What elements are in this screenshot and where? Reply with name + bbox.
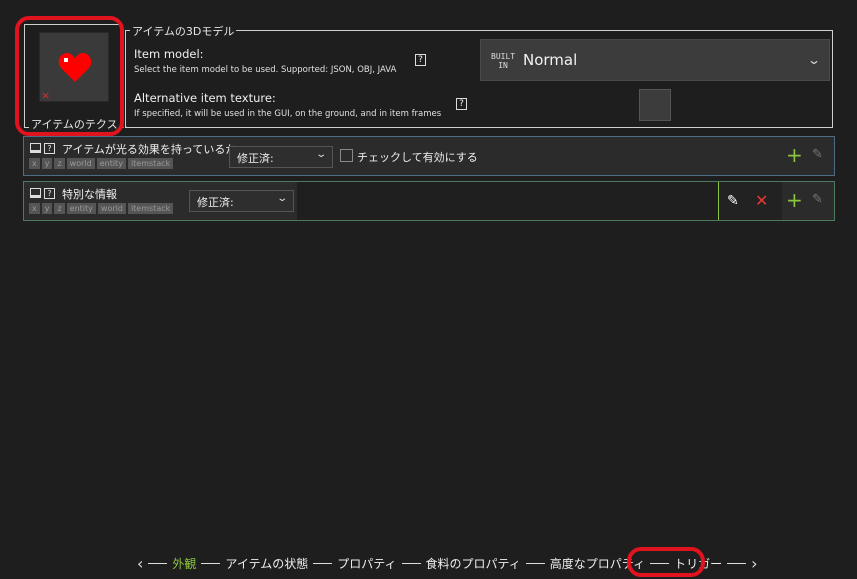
item-3d-model-group: アイテムの3Dモデル Item model: Select the item m…: [125, 23, 833, 128]
help-icon[interactable]: ?: [44, 143, 55, 154]
builtin-badge: BUILT IN: [491, 52, 515, 70]
procedure-actions: ✎ ✕: [718, 182, 782, 220]
tag-x: x: [29, 158, 40, 169]
alt-texture-title: Alternative item texture:: [134, 91, 276, 105]
tab-properties[interactable]: プロパティ: [337, 555, 396, 572]
tab-item-state[interactable]: アイテムの状態: [225, 555, 308, 572]
tag-world: world: [66, 158, 95, 169]
tag-x: x: [29, 203, 40, 214]
dependency-tags: x y z world entity itemstack: [29, 158, 174, 169]
tag-z: z: [54, 203, 65, 214]
tab-food-properties[interactable]: 食料のプロパティ: [426, 555, 521, 572]
special-info-editor-area: [297, 182, 718, 220]
glow-mode-value: 修正済:: [237, 152, 274, 165]
add-procedure-icon[interactable]: +: [786, 145, 803, 165]
glow-effect-row: ? アイテムが光る効果を持っているか x y z world entity it…: [23, 136, 835, 176]
tab-separator: [313, 562, 333, 564]
tab-separator: [727, 562, 747, 564]
alt-texture-description: If specified, it will be used in the GUI…: [134, 109, 442, 119]
edit-procedure-icon[interactable]: ✎: [812, 147, 823, 162]
tab-appearance[interactable]: 外観: [172, 555, 196, 572]
glow-enable-label: チェックして有効にする: [357, 151, 478, 164]
builtin-badge-line2: IN: [498, 61, 508, 70]
special-info-label: 特別な情報: [62, 188, 117, 201]
highlight-ring-triggers: [627, 547, 705, 577]
item-model-help-icon[interactable]: ?: [415, 54, 426, 66]
item-model-value: Normal: [523, 51, 578, 69]
highlight-ring-texture: [15, 16, 124, 136]
next-page-icon[interactable]: ›: [751, 554, 757, 573]
item-model-title: Item model:: [134, 47, 204, 61]
tag-y: y: [41, 203, 53, 214]
item-model-description: Select the item model to be used. Suppor…: [134, 65, 397, 75]
monitor-icon: [30, 188, 41, 198]
glow-enable-checkbox[interactable]: [340, 149, 353, 162]
help-icon[interactable]: ?: [44, 188, 55, 199]
tab-separator: [148, 562, 168, 564]
glow-effect-label: アイテムが光る効果を持っているか: [62, 143, 237, 156]
chevron-down-icon: ⌄: [275, 193, 288, 204]
alt-texture-slot[interactable]: [639, 89, 671, 121]
add-procedure-icon[interactable]: +: [786, 190, 803, 210]
row-icons: ?: [30, 188, 55, 199]
edit-procedure-icon[interactable]: ✎: [812, 192, 823, 207]
tab-separator: [525, 562, 545, 564]
special-info-row: ? 特別な情報 x y z entity world itemstack 修正済…: [23, 181, 835, 221]
alt-texture-help-icon[interactable]: ?: [456, 98, 467, 110]
tag-itemstack: itemstack: [127, 158, 174, 169]
tab-separator: [201, 562, 221, 564]
prev-page-icon[interactable]: ‹: [137, 554, 143, 573]
group-legend: アイテムの3Dモデル: [130, 23, 237, 39]
dependency-tags: x y z entity world itemstack: [29, 203, 174, 214]
chevron-down-icon: ⌄: [806, 53, 822, 67]
tag-z: z: [54, 158, 65, 169]
builtin-badge-line1: BUILT: [491, 52, 516, 61]
tag-itemstack: itemstack: [127, 203, 174, 214]
remove-procedure-icon[interactable]: ✕: [755, 191, 768, 210]
special-info-mode-select[interactable]: 修正済: ⌄: [189, 190, 294, 212]
monitor-icon: [30, 143, 41, 153]
item-model-select[interactable]: BUILT IN Normal ⌄: [480, 39, 830, 81]
tag-entity: entity: [66, 203, 96, 214]
special-info-mode-value: 修正済:: [197, 196, 234, 209]
row-icons: ?: [30, 143, 55, 154]
edit-procedure-icon[interactable]: ✎: [727, 193, 739, 209]
tag-entity: entity: [96, 158, 126, 169]
glow-mode-select[interactable]: 修正済: ⌄: [229, 146, 333, 168]
tag-y: y: [41, 158, 53, 169]
chevron-down-icon: ⌄: [314, 149, 327, 160]
tag-world: world: [97, 203, 126, 214]
tab-separator: [401, 562, 421, 564]
